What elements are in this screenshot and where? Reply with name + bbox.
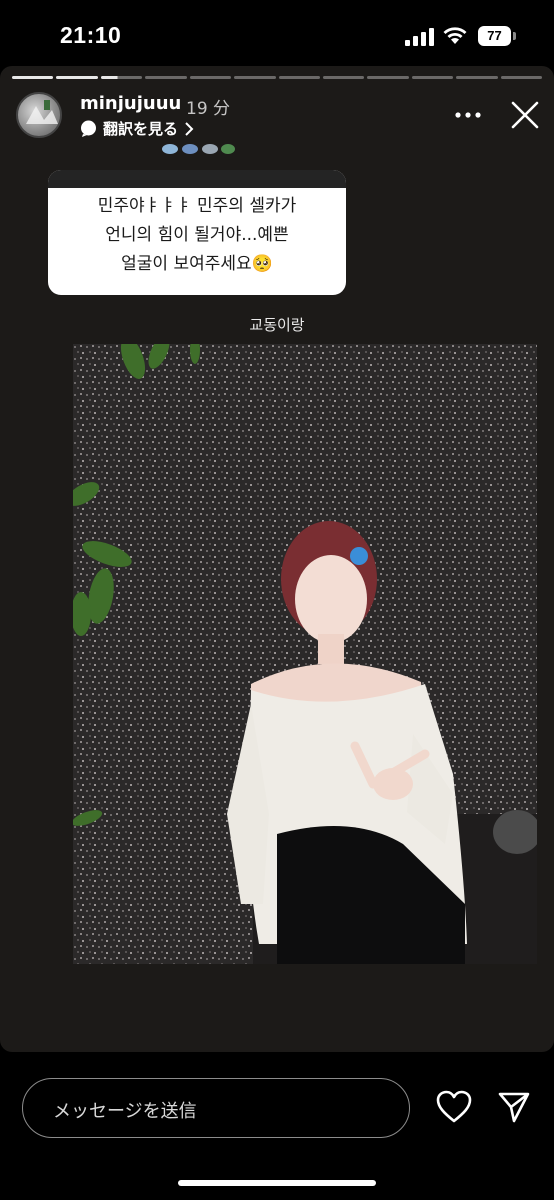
story-viewer[interactable]: minjujuuu 19 分 翻訳を見る 민주야ㅑㅑㅑ 민주의 셀카가 언니의 … (0, 66, 554, 1052)
battery-icon: 77 (478, 26, 516, 46)
story-photo (73, 344, 537, 964)
clock: 21:10 (60, 22, 122, 48)
more-options-icon[interactable] (455, 102, 481, 128)
post-time: 19 分 (186, 99, 231, 119)
close-icon[interactable] (510, 100, 540, 130)
emoji-sticker-icon (162, 144, 235, 154)
wifi-icon (443, 27, 467, 44)
translate-button[interactable]: 翻訳を見る (80, 118, 194, 139)
translate-label: 翻訳を見る (103, 120, 179, 138)
battery-level: 77 (478, 26, 511, 46)
speech-bubble-icon (81, 120, 96, 137)
status-bar: 21:10 77 (0, 0, 554, 70)
chevron-right-icon (185, 121, 194, 136)
question-sticker: 민주야ㅑㅑㅑ 민주의 셀카가 언니의 힘이 될거야...예쁜 얼굴이 보여주세요… (48, 170, 346, 295)
avatar[interactable] (16, 92, 62, 138)
message-input[interactable]: メッセージを送信 (22, 1078, 410, 1138)
message-placeholder: メッセージを送信 (53, 1101, 197, 1122)
cellular-signal-icon (405, 28, 434, 46)
story-caption: 교동이랑 (249, 316, 305, 334)
question-text: 민주야ㅑㅑㅑ 민주의 셀카가 언니의 힘이 될거야...예쁜 얼굴이 보여주세요… (97, 196, 297, 274)
send-icon[interactable] (497, 1090, 531, 1124)
heart-icon[interactable] (436, 1090, 472, 1124)
story-progress (12, 76, 543, 79)
home-indicator (178, 1180, 376, 1186)
username[interactable]: minjujuuu (80, 93, 181, 114)
